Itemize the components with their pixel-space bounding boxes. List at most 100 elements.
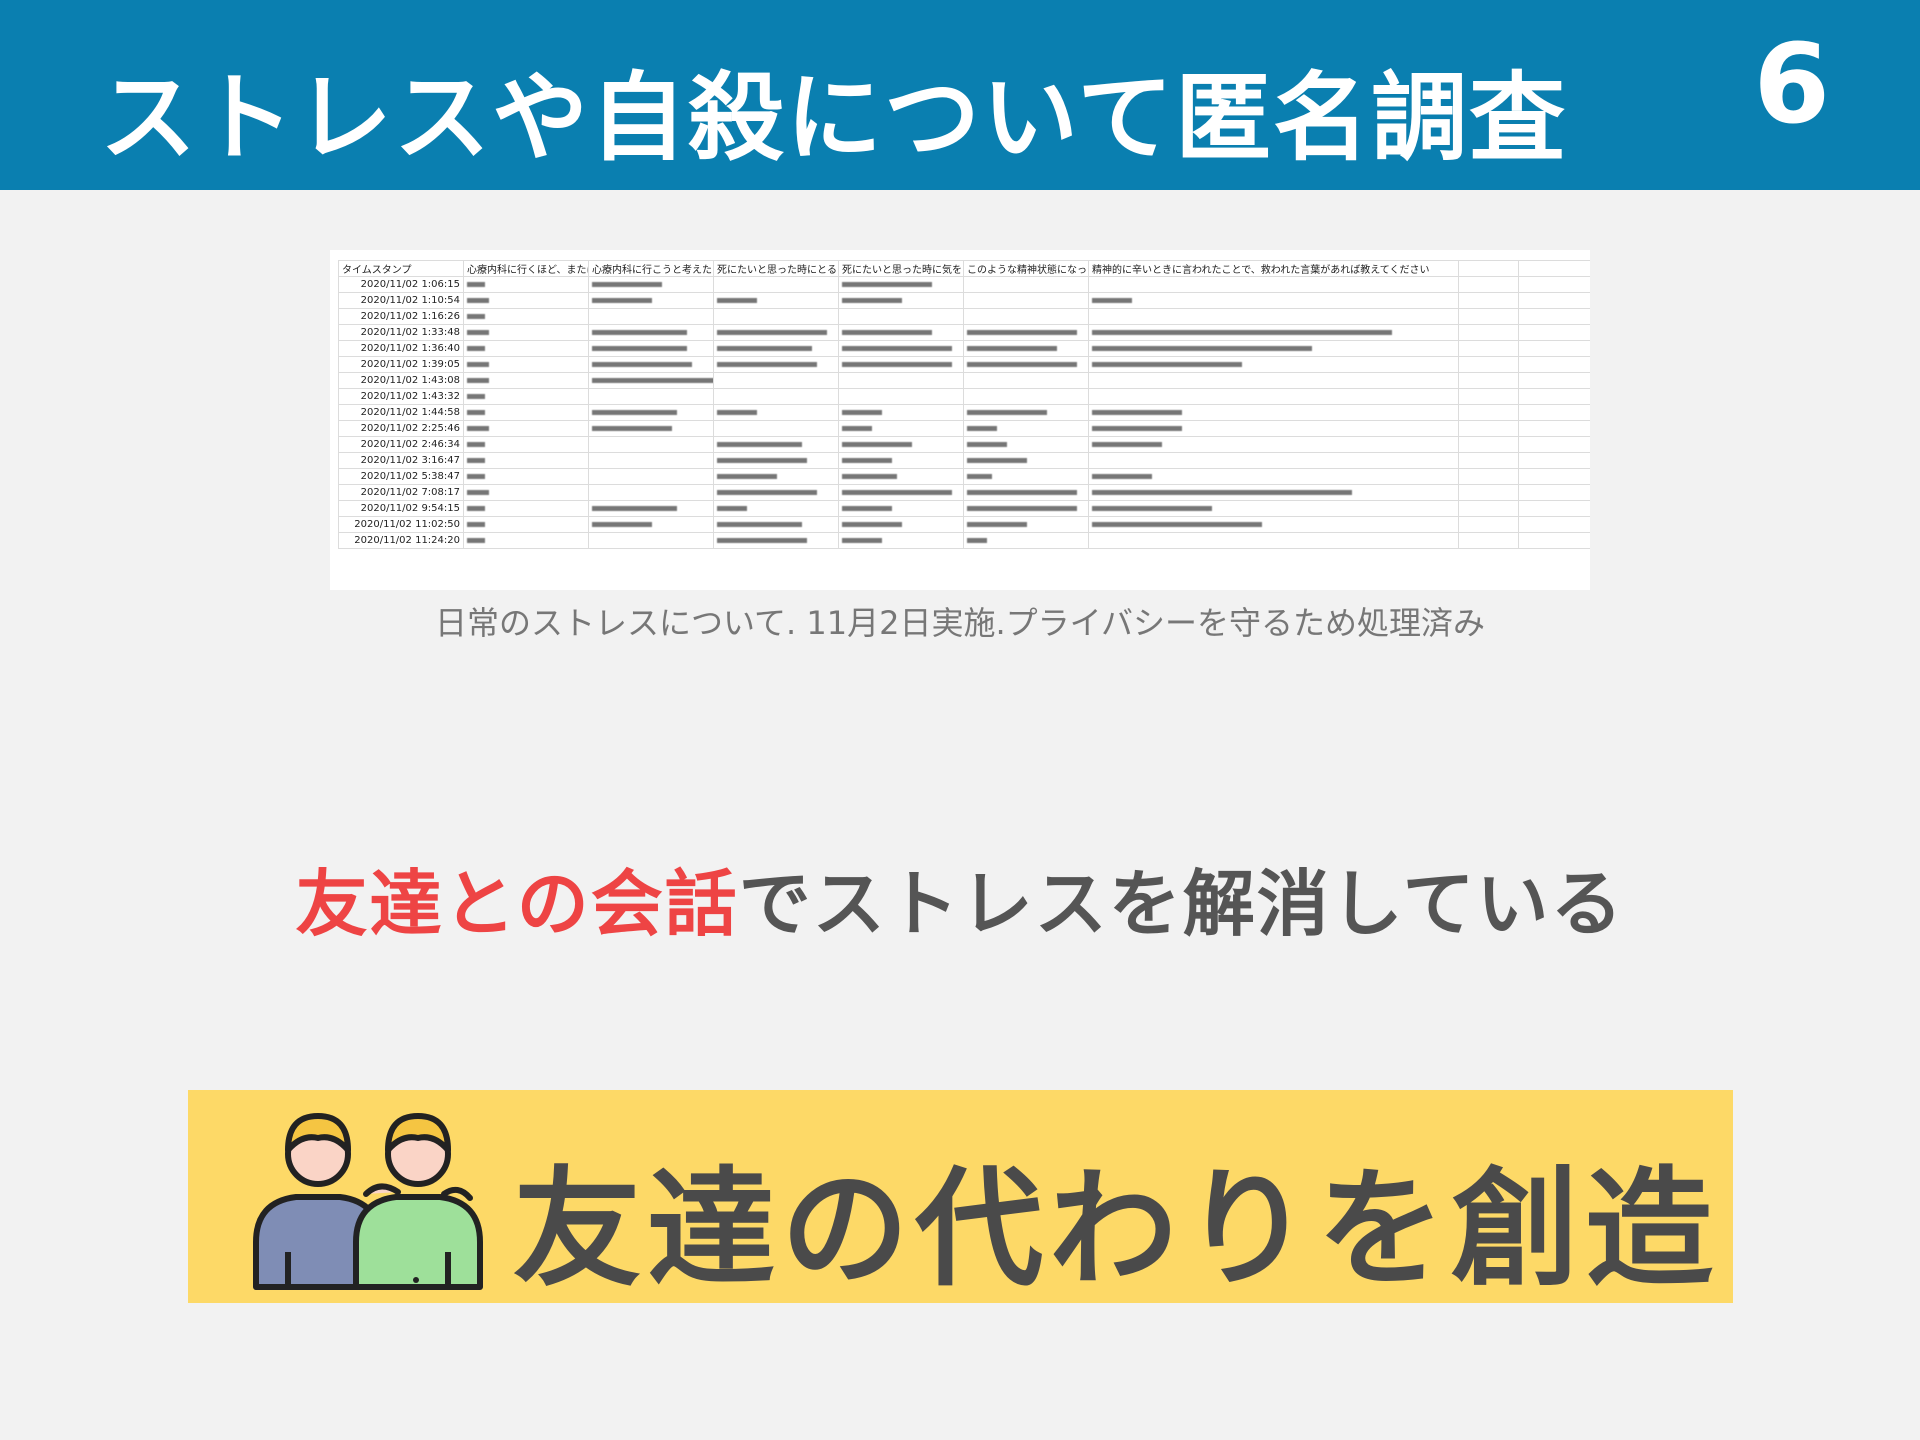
redacted-text <box>1092 473 1152 479</box>
redacted-text <box>1092 489 1352 495</box>
redacted-text <box>592 409 677 415</box>
redacted-cell <box>713 468 839 485</box>
redacted-cell <box>1458 404 1519 421</box>
redacted-cell <box>963 516 1089 533</box>
redacted-cell <box>1088 340 1459 357</box>
redacted-cell <box>1458 484 1519 501</box>
table-row: 2020/11/02 9:54:15 <box>338 500 1590 517</box>
redacted-text <box>467 441 485 447</box>
table-row: 2020/11/02 2:46:34 <box>338 436 1590 453</box>
redacted-text <box>717 329 827 335</box>
timestamp-cell: 2020/11/02 11:24:20 <box>338 532 464 549</box>
redacted-cell <box>713 452 839 469</box>
redacted-text <box>967 361 1077 367</box>
redacted-cell <box>1088 468 1459 485</box>
redacted-cell <box>963 324 1089 341</box>
redacted-text <box>467 297 489 303</box>
redacted-cell <box>588 388 714 405</box>
redacted-text <box>467 345 485 351</box>
redacted-text <box>467 329 489 335</box>
redacted-text <box>717 345 812 351</box>
redacted-cell <box>963 340 1089 357</box>
redacted-cell <box>713 340 839 357</box>
redacted-text <box>967 329 1077 335</box>
redacted-text <box>967 441 1007 447</box>
redacted-text <box>842 345 952 351</box>
redacted-cell <box>713 324 839 341</box>
redacted-cell <box>1088 404 1459 421</box>
survey-rows: 2020/11/02 1:06:15 2020/11/02 1:10:54 2020… <box>338 276 1590 549</box>
redacted-text <box>842 361 952 367</box>
redacted-cell <box>963 356 1089 373</box>
redacted-text <box>467 537 485 543</box>
redacted-cell <box>463 452 589 469</box>
redacted-text <box>467 409 485 415</box>
redacted-text <box>717 409 757 415</box>
redacted-text <box>717 489 817 495</box>
redacted-cell <box>463 484 589 501</box>
redacted-cell <box>1088 356 1459 373</box>
redacted-text <box>467 473 485 479</box>
redacted-cell <box>1458 308 1519 325</box>
redacted-cell <box>1518 404 1590 421</box>
redacted-cell <box>463 324 589 341</box>
finding-highlight: 友達との会話 <box>295 862 739 946</box>
redacted-cell <box>463 500 589 517</box>
redacted-cell <box>1458 356 1519 373</box>
redacted-cell <box>963 388 1089 405</box>
redacted-text <box>717 537 807 543</box>
redacted-cell <box>713 436 839 453</box>
redacted-cell <box>588 436 714 453</box>
redacted-cell <box>463 276 589 293</box>
table-row: 2020/11/02 1:16:26 <box>338 308 1590 325</box>
redacted-cell <box>1458 388 1519 405</box>
redacted-text <box>467 505 485 511</box>
redacted-cell <box>1458 532 1519 549</box>
redacted-cell <box>1088 372 1459 389</box>
redacted-cell <box>713 532 839 549</box>
redacted-cell <box>1518 516 1590 533</box>
redacted-cell <box>1088 500 1459 517</box>
redacted-cell <box>588 372 714 389</box>
column-header <box>1458 260 1519 277</box>
redacted-cell <box>1088 452 1459 469</box>
redacted-cell <box>463 436 589 453</box>
redacted-text <box>592 425 672 431</box>
redacted-cell <box>713 372 839 389</box>
table-row: 2020/11/02 7:08:17 <box>338 484 1590 501</box>
redacted-cell <box>838 340 964 357</box>
redacted-text <box>467 281 485 287</box>
timestamp-cell: 2020/11/02 1:33:48 <box>338 324 464 341</box>
redacted-text <box>592 521 652 527</box>
redacted-text <box>467 377 489 383</box>
redacted-cell <box>1518 340 1590 357</box>
timestamp-cell: 2020/11/02 1:39:05 <box>338 356 464 373</box>
redacted-text <box>1092 505 1212 511</box>
redacted-cell <box>713 356 839 373</box>
redacted-cell <box>963 436 1089 453</box>
redacted-text <box>467 457 485 463</box>
survey-table: タイムスタンプ 心療内科に行くほど、または 心療内科に行こうと考えた 死にたいと… <box>338 260 1590 549</box>
timestamp-cell: 2020/11/02 2:25:46 <box>338 420 464 437</box>
redacted-text <box>1092 361 1242 367</box>
timestamp-cell: 2020/11/02 7:08:17 <box>338 484 464 501</box>
redacted-cell <box>713 292 839 309</box>
redacted-text <box>1092 409 1182 415</box>
table-row: 2020/11/02 5:38:47 <box>338 468 1590 485</box>
column-header: 死にたいと思った時にとる <box>713 260 839 277</box>
redacted-cell <box>1518 324 1590 341</box>
table-row: 2020/11/02 1:36:40 <box>338 340 1590 357</box>
redacted-cell <box>838 356 964 373</box>
redacted-cell <box>1088 484 1459 501</box>
page-number: 6 <box>1753 20 1830 148</box>
redacted-cell <box>963 308 1089 325</box>
redacted-cell <box>838 324 964 341</box>
redacted-cell <box>713 404 839 421</box>
redacted-cell <box>1518 436 1590 453</box>
table-row: 2020/11/02 1:33:48 <box>338 324 1590 341</box>
two-friends-icon <box>253 1113 483 1290</box>
redacted-text <box>592 345 687 351</box>
redacted-cell <box>1458 324 1519 341</box>
timestamp-cell: 2020/11/02 5:38:47 <box>338 468 464 485</box>
redacted-cell <box>838 500 964 517</box>
